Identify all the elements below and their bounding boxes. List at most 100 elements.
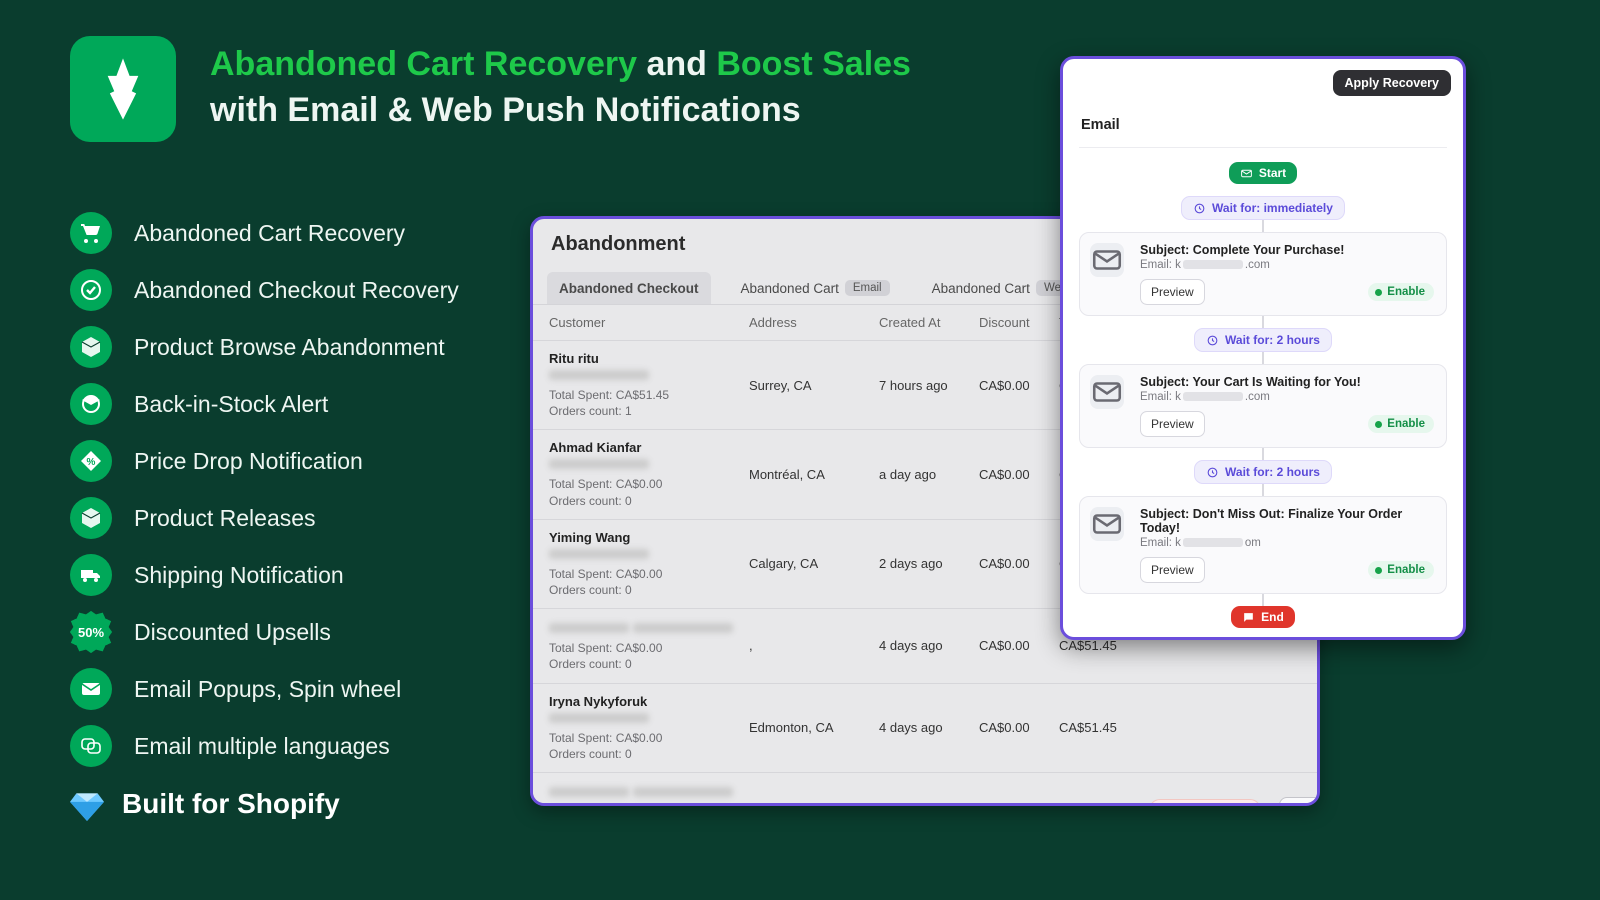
cart-icon xyxy=(1290,803,1304,806)
cell-created: 4 days ago xyxy=(879,802,979,806)
customer-email-redacted xyxy=(633,623,733,633)
customer-name: Yiming Wang xyxy=(549,530,749,545)
step-subject: Subject: Your Cart Is Waiting for You! xyxy=(1140,375,1434,389)
feature-item: Email multiple languages xyxy=(70,725,510,767)
preview-button[interactable]: Preview xyxy=(1140,557,1205,583)
step-subject: Subject: Complete Your Purchase! xyxy=(1140,243,1434,257)
customer-meta: Total Spent: CA$0.00Orders count: 0 xyxy=(549,730,749,762)
flow-end-pill: End xyxy=(1231,606,1295,628)
col-created: Created At xyxy=(879,315,979,330)
step-email: Email: k.com xyxy=(1140,259,1434,271)
enable-pill: Enable xyxy=(1368,561,1434,579)
customer-email-redacted xyxy=(633,787,733,797)
feature-label: Discounted Upsells xyxy=(134,619,331,646)
preview-button[interactable]: Preview xyxy=(1140,411,1205,437)
customer-meta: Total Spent: CA$0.00Orders count: 0 xyxy=(549,566,749,598)
feature-label: Abandoned Cart Recovery xyxy=(134,220,405,247)
cell-total: CA$51.45 xyxy=(1059,720,1149,735)
email-flow-card: Apply Recovery Email StartWait for: imme… xyxy=(1060,56,1466,640)
customer-name: Iryna Nykyforuk xyxy=(549,694,749,709)
cell-discount: CA$0.00 xyxy=(979,638,1059,653)
flow-step: Subject: Complete Your Purchase! Email: … xyxy=(1079,232,1447,316)
feature-icon xyxy=(70,497,112,539)
feature-item: Abandoned Cart Recovery xyxy=(70,212,510,254)
customer-name: Ahmad Kianfar xyxy=(549,440,749,455)
feature-icon xyxy=(70,212,112,254)
mail-icon xyxy=(1090,243,1124,277)
feature-item: Shipping Notification xyxy=(70,554,510,596)
feature-icon: % xyxy=(70,440,112,482)
feature-label: Price Drop Notification xyxy=(134,448,363,475)
built-for-label: Built for Shopify xyxy=(122,788,340,820)
customer-meta: Total Spent: CA$0.00Orders count: 0 xyxy=(549,640,749,672)
diamond-icon xyxy=(70,787,104,821)
headline: Abandoned Cart Recovery and Boost Sales … xyxy=(210,42,1050,134)
cell-created: 4 days ago xyxy=(879,638,979,653)
cell-address: Surrey, CA xyxy=(749,378,879,393)
col-customer: Customer xyxy=(549,315,749,330)
cell-discount: CA$0.00 xyxy=(979,556,1059,571)
app-logo xyxy=(70,36,176,142)
cell-created: a day ago xyxy=(879,467,979,482)
feature-label: Abandoned Checkout Recovery xyxy=(134,277,459,304)
cell-discount: CA$0.00 xyxy=(979,378,1059,393)
table-row: Total Spent: CA$0.00Orders count: 0 , 4 … xyxy=(533,772,1317,806)
feature-icon xyxy=(70,554,112,596)
svg-text:%: % xyxy=(87,457,96,468)
feature-item: 50% Discounted Upsells xyxy=(70,611,510,653)
customer-email-redacted xyxy=(549,549,649,559)
step-email: Email: k.com xyxy=(1140,391,1434,403)
customer-name-redacted xyxy=(549,787,629,797)
preview-button[interactable]: Preview xyxy=(1140,279,1205,305)
tab-abandoned-checkout[interactable]: Abandoned Checkout xyxy=(547,272,711,304)
cell-address: Edmonton, CA xyxy=(749,720,879,735)
tab-pill-email: Email xyxy=(845,280,890,296)
wait-label: Wait for: 2 hours xyxy=(1225,333,1320,347)
feature-icon xyxy=(70,668,112,710)
flow-step: Subject: Your Cart Is Waiting for You! E… xyxy=(1079,364,1447,448)
feature-label: Shipping Notification xyxy=(134,562,344,589)
tab-abandoned-cart-email[interactable]: Abandoned Cart Email xyxy=(729,272,902,304)
customer-email-redacted xyxy=(549,370,649,380)
cell-discount: CA$0.00 xyxy=(979,720,1059,735)
feature-icon xyxy=(70,269,112,311)
customer-email-redacted xyxy=(549,459,649,469)
cell-total: CA$51.45 xyxy=(1059,802,1149,806)
customer-email-redacted xyxy=(549,713,649,723)
feature-list: Abandoned Cart Recovery Abandoned Checkou… xyxy=(70,212,510,767)
customer-name-redacted xyxy=(549,623,629,633)
customer-meta: Total Spent: CA$0.00Orders count: 0 xyxy=(549,476,749,508)
cell-address: , xyxy=(749,802,879,806)
enable-pill: Enable xyxy=(1368,283,1434,301)
headline-part-3: Boost Sales xyxy=(716,45,911,83)
recover-button[interactable]: Recover xyxy=(1279,797,1320,806)
step-subject: Subject: Don't Miss Out: Finalize Your O… xyxy=(1140,507,1434,535)
customer-name: Ritu ritu xyxy=(549,351,749,366)
col-address: Address xyxy=(749,315,879,330)
col-discount: Discount xyxy=(979,315,1059,330)
feature-icon xyxy=(70,326,112,368)
wait-label: Wait for: 2 hours xyxy=(1225,465,1320,479)
cell-created: 4 days ago xyxy=(879,720,979,735)
table-row: Iryna Nykyforuk Total Spent: CA$0.00Orde… xyxy=(533,683,1317,772)
mail-icon xyxy=(1090,507,1124,541)
feature-item: Email Popups, Spin wheel xyxy=(70,668,510,710)
cell-address: , xyxy=(749,638,879,653)
feature-label: Product Releases xyxy=(134,505,316,532)
headline-part-1: Abandoned Cart Recovery xyxy=(210,45,637,83)
discount-badge-icon: 50% xyxy=(70,611,112,653)
status-not-recovered: Not recovered xyxy=(1149,799,1261,806)
cell-created: 7 hours ago xyxy=(879,378,979,393)
feature-icon xyxy=(70,383,112,425)
cell-address: Calgary, CA xyxy=(749,556,879,571)
customer-meta: Total Spent: CA$0.00Orders count: 0 xyxy=(549,804,749,806)
enable-pill: Enable xyxy=(1368,415,1434,433)
flow-title: Email xyxy=(1079,113,1447,148)
customer-meta: Total Spent: CA$51.45Orders count: 1 xyxy=(549,387,749,419)
flow-wait-pill: Wait for: 2 hours xyxy=(1194,328,1332,352)
feature-label: Product Browse Abandonment xyxy=(134,334,445,361)
mail-icon xyxy=(1090,375,1124,409)
flow-start-pill: Start xyxy=(1229,162,1297,184)
feature-label: Email multiple languages xyxy=(134,733,390,760)
feature-item: Product Releases xyxy=(70,497,510,539)
